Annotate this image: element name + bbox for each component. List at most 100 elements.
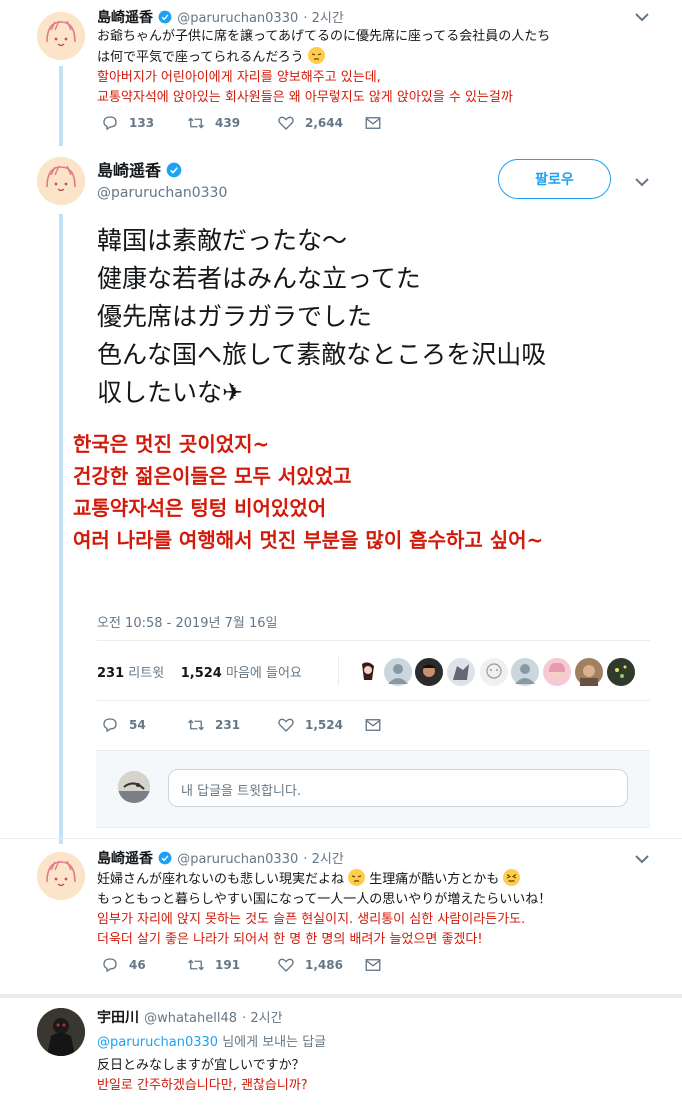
author-handle[interactable]: @paruruchan0330 <box>97 185 227 201</box>
author-name[interactable]: 島崎遥香 <box>97 161 161 180</box>
retweet-stat-label: 리트윗 <box>128 666 165 681</box>
tweet-text-jp-line4: 色んな国へ旅して素敵なところを沢山吸 <box>97 340 547 369</box>
chevron-down-icon[interactable] <box>635 854 649 864</box>
liker-avatar[interactable] <box>541 656 573 688</box>
tweet-time[interactable]: · 2시간 <box>303 11 343 26</box>
tweet-text-jp-line5: 収したいな✈ <box>97 378 243 407</box>
author-name[interactable]: 宇田川 <box>97 1010 139 1026</box>
reply-icon <box>103 958 117 973</box>
dm-button[interactable] <box>364 956 382 974</box>
heart-icon <box>278 718 294 732</box>
dm-button[interactable] <box>364 114 382 132</box>
retweet-stat[interactable]: 231 리트윗 <box>97 666 168 681</box>
tweet-text-jp-line2: は何で平気で座ってられるんだろう <box>97 50 304 65</box>
reply-button[interactable]: 54 <box>101 716 146 734</box>
author-handle[interactable]: @whatahell48 <box>144 1011 237 1026</box>
dm-icon <box>365 959 381 971</box>
author-handle[interactable]: @paruruchan0330 <box>177 852 298 867</box>
reply-composer: 내 답글을 트윗합니다. <box>96 750 650 828</box>
verified-icon <box>158 848 172 867</box>
emoji-confounded-icon <box>503 869 521 886</box>
liker-avatar[interactable] <box>573 656 605 688</box>
tweet-text-kr-line4: 여러 나라를 여행해서 멋진 부분을 많이 흡수하고 싶어~ <box>73 528 544 552</box>
avatar[interactable] <box>37 157 85 205</box>
retweet-count: 439 <box>215 116 241 130</box>
section-divider <box>0 994 682 998</box>
tweet-timestamp[interactable]: 오전 10:58 - 2019년 7월 16일 <box>97 612 278 631</box>
like-count: 1,486 <box>305 958 343 972</box>
liker-avatar[interactable] <box>509 656 541 688</box>
heart-icon <box>278 116 294 130</box>
retweet-button[interactable]: 191 <box>187 956 240 974</box>
tweet-text-kr-line1: 한국은 멋진 곳이었지~ <box>73 432 270 456</box>
author-name[interactable]: 島崎遥香 <box>97 10 153 26</box>
like-stat[interactable]: 1,524 마음에 들어요 <box>181 666 302 681</box>
liker-avatar[interactable] <box>382 656 414 688</box>
dm-icon <box>365 117 381 129</box>
tweet-text-jp-line2: もっともっと暮らしやすい国になって一人一人の思いやりが増えたらいいね！ <box>97 892 552 907</box>
liker-avatar[interactable] <box>352 656 384 688</box>
reply-button[interactable]: 46 <box>101 956 146 974</box>
like-stat-count: 1,524 <box>180 666 222 681</box>
verified-icon <box>166 161 182 180</box>
retweet-stat-count: 231 <box>97 666 125 681</box>
author-handle[interactable]: @paruruchan0330 <box>177 11 298 26</box>
tweet-text-jp-line1a: 妊婦さんが座れないのも悲しい現実だよね <box>97 872 345 887</box>
liker-avatar[interactable] <box>413 656 445 688</box>
tweet-time[interactable]: · 2시간 <box>242 1011 282 1026</box>
follow-button[interactable]: 팔로우 <box>498 159 611 199</box>
tweet-text-jp-line1: 韓国は素敵だったな～ <box>97 226 348 255</box>
verified-icon <box>158 7 172 26</box>
like-count: 2,644 <box>305 116 343 130</box>
heart-icon <box>278 958 294 972</box>
tweet-text-kr-line3: 교통약자석은 텅텅 비어있었어 <box>73 496 327 520</box>
tweet-text-kr-line1: 임부가 자리에 앉지 못하는 것도 슬픈 현실이지. 생리통이 심한 사람이라든… <box>97 912 526 927</box>
chevron-down-icon[interactable] <box>635 177 649 187</box>
reply-icon <box>103 116 117 131</box>
tweet-text-jp-line2: 健康な若者はみんな立ってた <box>97 264 421 293</box>
retweet-button[interactable]: 231 <box>187 716 240 734</box>
avatar[interactable] <box>37 1008 85 1056</box>
divider <box>97 640 650 641</box>
retweet-button[interactable]: 439 <box>187 114 240 132</box>
reply-count: 46 <box>129 958 146 972</box>
tweet-text-jp-line1b: 生理痛が酷い方とかも <box>369 872 500 887</box>
like-button[interactable]: 1,524 <box>277 716 343 734</box>
emoji-pensive-icon <box>307 47 325 64</box>
retweet-count: 231 <box>215 718 241 732</box>
liker-avatar[interactable] <box>605 656 637 688</box>
retweet-icon <box>188 117 204 129</box>
dm-button[interactable] <box>364 716 382 734</box>
retweet-count: 191 <box>215 958 241 972</box>
retweet-icon <box>188 719 204 731</box>
avatar[interactable] <box>37 12 85 60</box>
thread-line-middle <box>59 214 63 844</box>
reply-count: 133 <box>129 116 155 130</box>
liker-avatar[interactable] <box>445 656 477 688</box>
tweet-text-kr-line2: 교통약자석에 앉아있는 회사원들은 왜 아무렇지도 않게 앉아있을 수 있는걸까 <box>97 90 513 105</box>
reply-icon <box>103 718 117 733</box>
tweet-text-jp: 反日とみなしますが宜しいですか？ <box>97 1058 305 1073</box>
tweet-text-jp-line1: お爺ちゃんが子供に席を譲ってあげてるのに優先席に座ってる会社員の人たち <box>97 29 551 44</box>
author-name[interactable]: 島崎遥香 <box>97 851 153 867</box>
avatar[interactable] <box>37 852 85 900</box>
avatar[interactable] <box>118 771 150 803</box>
reply-button[interactable]: 133 <box>101 114 154 132</box>
reply-to-link[interactable]: @paruruchan0330 <box>97 1035 218 1050</box>
divider <box>97 700 650 701</box>
tweet-time[interactable]: · 2시간 <box>303 852 343 867</box>
dm-icon <box>365 719 381 731</box>
tweet-text-kr-line2: 건강한 젊은이들은 모두 서있었고 <box>73 464 352 488</box>
reply-count: 54 <box>129 718 146 732</box>
divider <box>0 838 682 839</box>
like-button[interactable]: 1,486 <box>277 956 343 974</box>
thread-line-top <box>59 66 63 146</box>
reply-input[interactable]: 내 답글을 트윗합니다. <box>168 769 628 807</box>
chevron-down-icon[interactable] <box>635 12 649 22</box>
divider <box>338 656 339 686</box>
liker-avatar[interactable] <box>478 656 510 688</box>
like-button[interactable]: 2,644 <box>277 114 343 132</box>
retweet-icon <box>188 959 204 971</box>
tweet-text-jp-line3: 優先席はガラガラでした <box>97 302 373 331</box>
tweet-text-kr-line2: 더욱더 살기 좋은 나라가 되어서 한 명 한 명의 배려가 늘었으면 좋겠다! <box>97 932 483 947</box>
